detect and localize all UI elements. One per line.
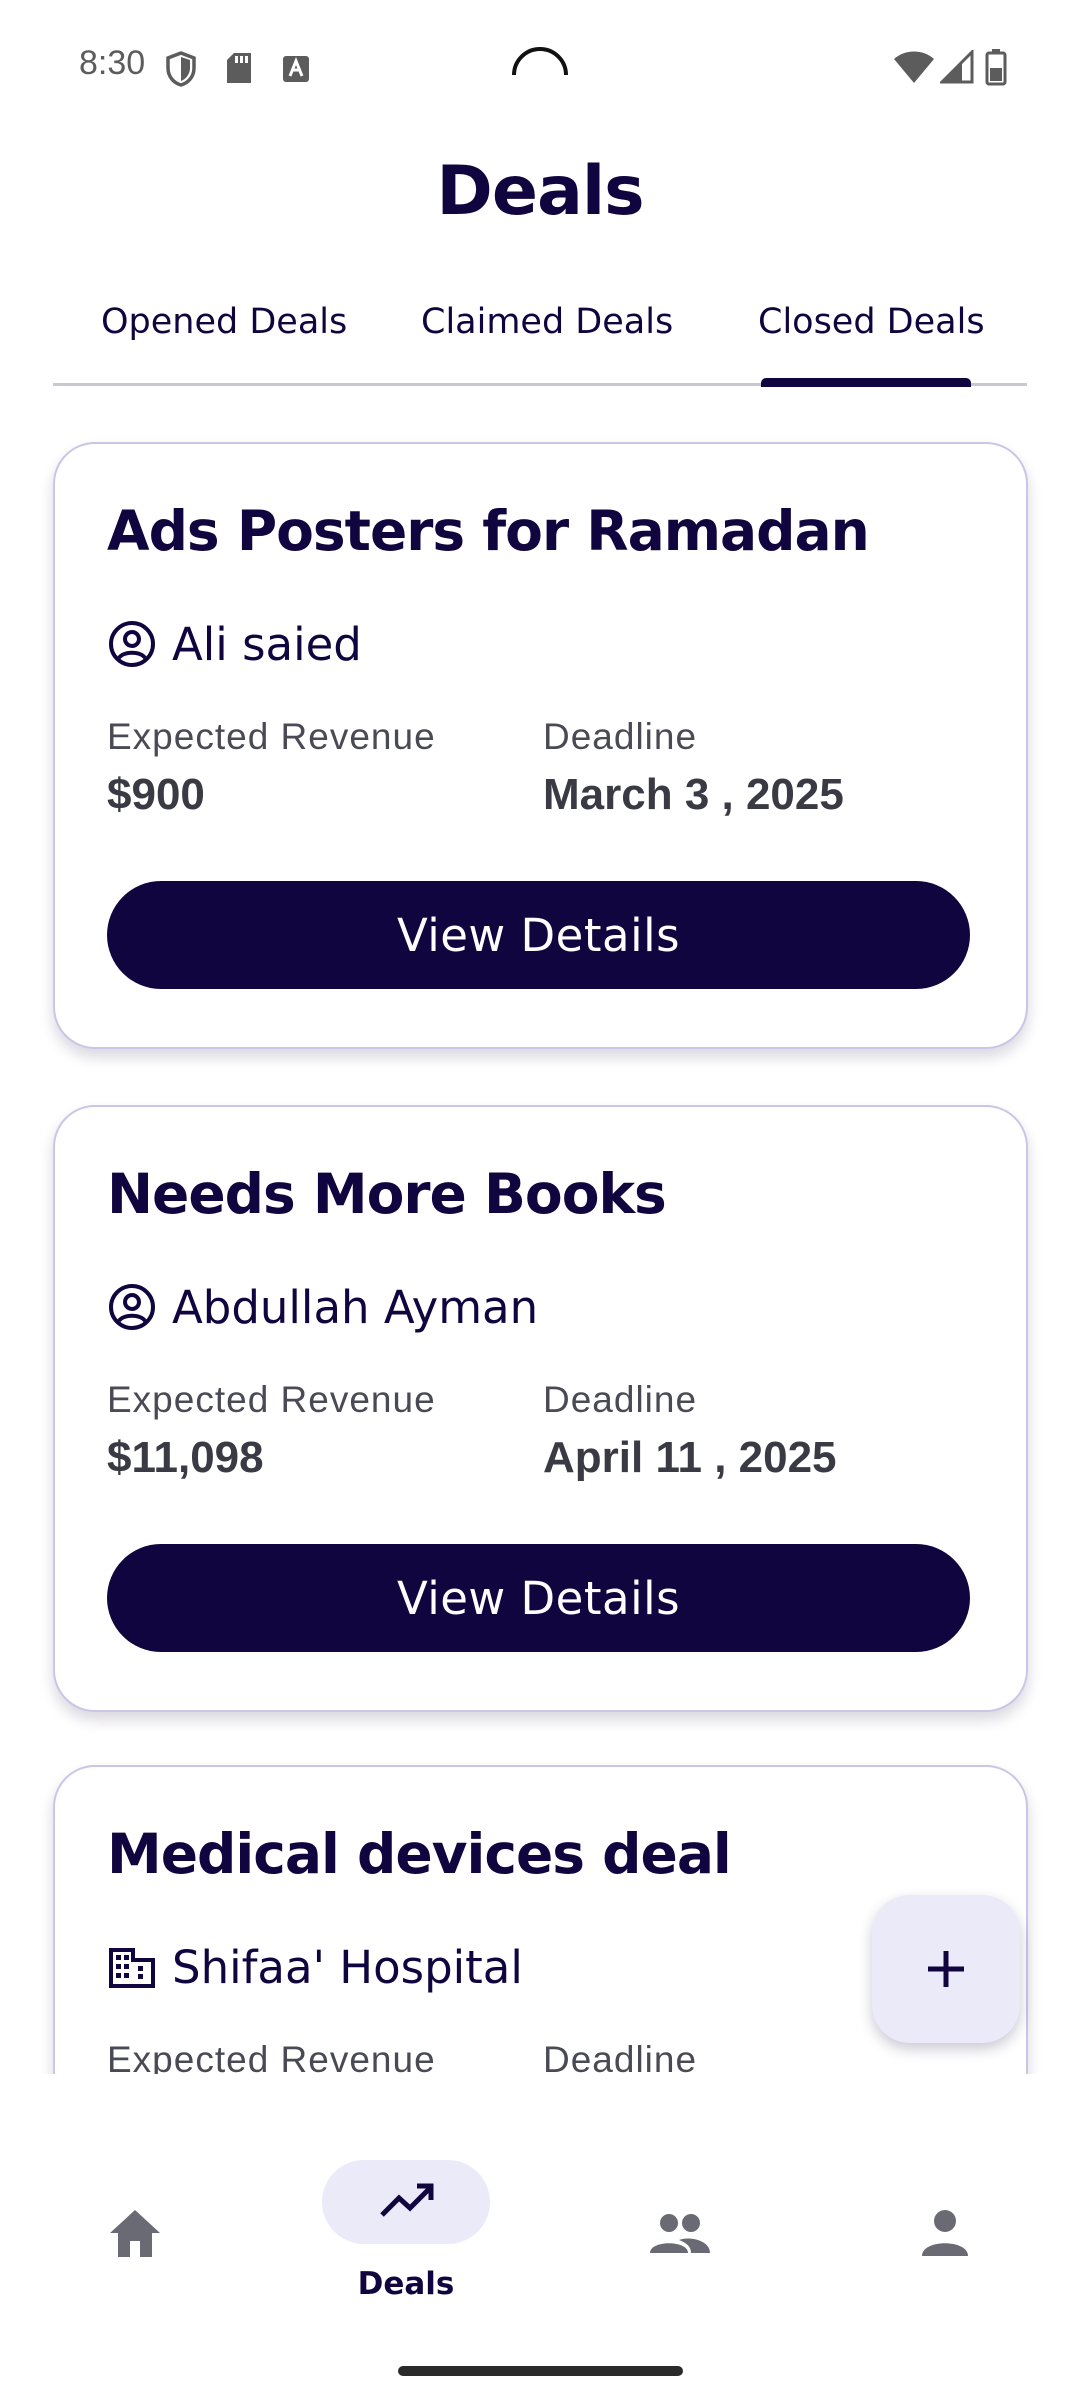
deals-list[interactable]: Ads Posters for Ramadan Ali saied Expect… <box>0 420 1080 2074</box>
deadline-label: Deadline <box>543 2039 698 2074</box>
deal-owner: Ali saied <box>107 616 362 672</box>
deal-owner: Abdullah Ayman <box>107 1279 538 1335</box>
nav-deals[interactable] <box>322 2160 490 2244</box>
view-details-button[interactable]: View Details <box>107 1544 970 1652</box>
deal-title: Needs More Books <box>107 1162 667 1226</box>
deal-title: Ads Posters for Ramadan <box>107 499 870 563</box>
page-title: Deals <box>436 152 644 231</box>
nav-deals-label[interactable]: Deals <box>322 2266 490 2302</box>
deadline-label: Deadline <box>543 1379 698 1420</box>
wifi-icon <box>894 51 934 83</box>
deal-card[interactable]: Needs More Books Abdullah Ayman Expected… <box>53 1105 1028 1712</box>
view-details-button[interactable]: View Details <box>107 881 970 989</box>
owner-name: Abdullah Ayman <box>172 1280 539 1334</box>
add-deal-button[interactable] <box>872 1895 1020 2043</box>
status-bar: 8:30 <box>0 0 1080 120</box>
tab-claimed-deals[interactable]: Claimed Deals <box>421 302 673 342</box>
deal-tabs: Opened Deals Claimed Deals Closed Deals <box>53 282 1027 387</box>
owner-name: Ali saied <box>172 617 362 671</box>
people-icon <box>650 2214 710 2253</box>
shield-icon <box>166 51 196 87</box>
battery-icon <box>985 49 1007 86</box>
deadline-value: March 3 , 2025 <box>543 770 844 819</box>
home-icon <box>110 2210 160 2257</box>
deal-card[interactable]: Ads Posters for Ramadan Ali saied Expect… <box>53 442 1028 1049</box>
font-a-icon <box>283 56 309 82</box>
owner-name: Shifaa' Hospital <box>172 1940 523 1994</box>
deals-screen: 8:30 Deals Opened Deals Claimed Deals Cl… <box>0 0 1080 2400</box>
person-icon <box>922 2210 968 2256</box>
signal-icon <box>940 50 974 84</box>
person-circle-icon <box>109 621 155 667</box>
loading-spinner-icon <box>512 47 568 76</box>
trending-up-icon <box>380 2183 434 2217</box>
building-icon <box>109 1948 155 1988</box>
plus-icon <box>928 1951 964 1987</box>
revenue-value: $900 <box>107 770 205 819</box>
revenue-label: Expected Revenue <box>107 2039 436 2074</box>
nav-people[interactable] <box>640 2203 720 2263</box>
tab-selected-indicator <box>761 378 971 387</box>
deal-owner: Shifaa' Hospital <box>107 1939 523 1995</box>
home-indicator[interactable] <box>398 2366 683 2376</box>
deal-title: Medical devices deal <box>107 1822 732 1886</box>
revenue-label: Expected Revenue <box>107 1379 436 1420</box>
revenue-label: Expected Revenue <box>107 716 436 757</box>
tab-opened-deals[interactable]: Opened Deals <box>101 302 347 342</box>
deadline-label: Deadline <box>543 716 698 757</box>
nav-home[interactable] <box>95 2198 175 2268</box>
sd-card-icon <box>227 53 251 83</box>
revenue-value: $11,098 <box>107 1433 264 1482</box>
tab-closed-deals[interactable]: Closed Deals <box>758 302 985 342</box>
nav-profile[interactable] <box>905 2200 985 2266</box>
status-time: 8:30 <box>79 44 146 82</box>
person-circle-icon <box>109 1284 155 1330</box>
deadline-value: April 11 , 2025 <box>543 1433 837 1482</box>
